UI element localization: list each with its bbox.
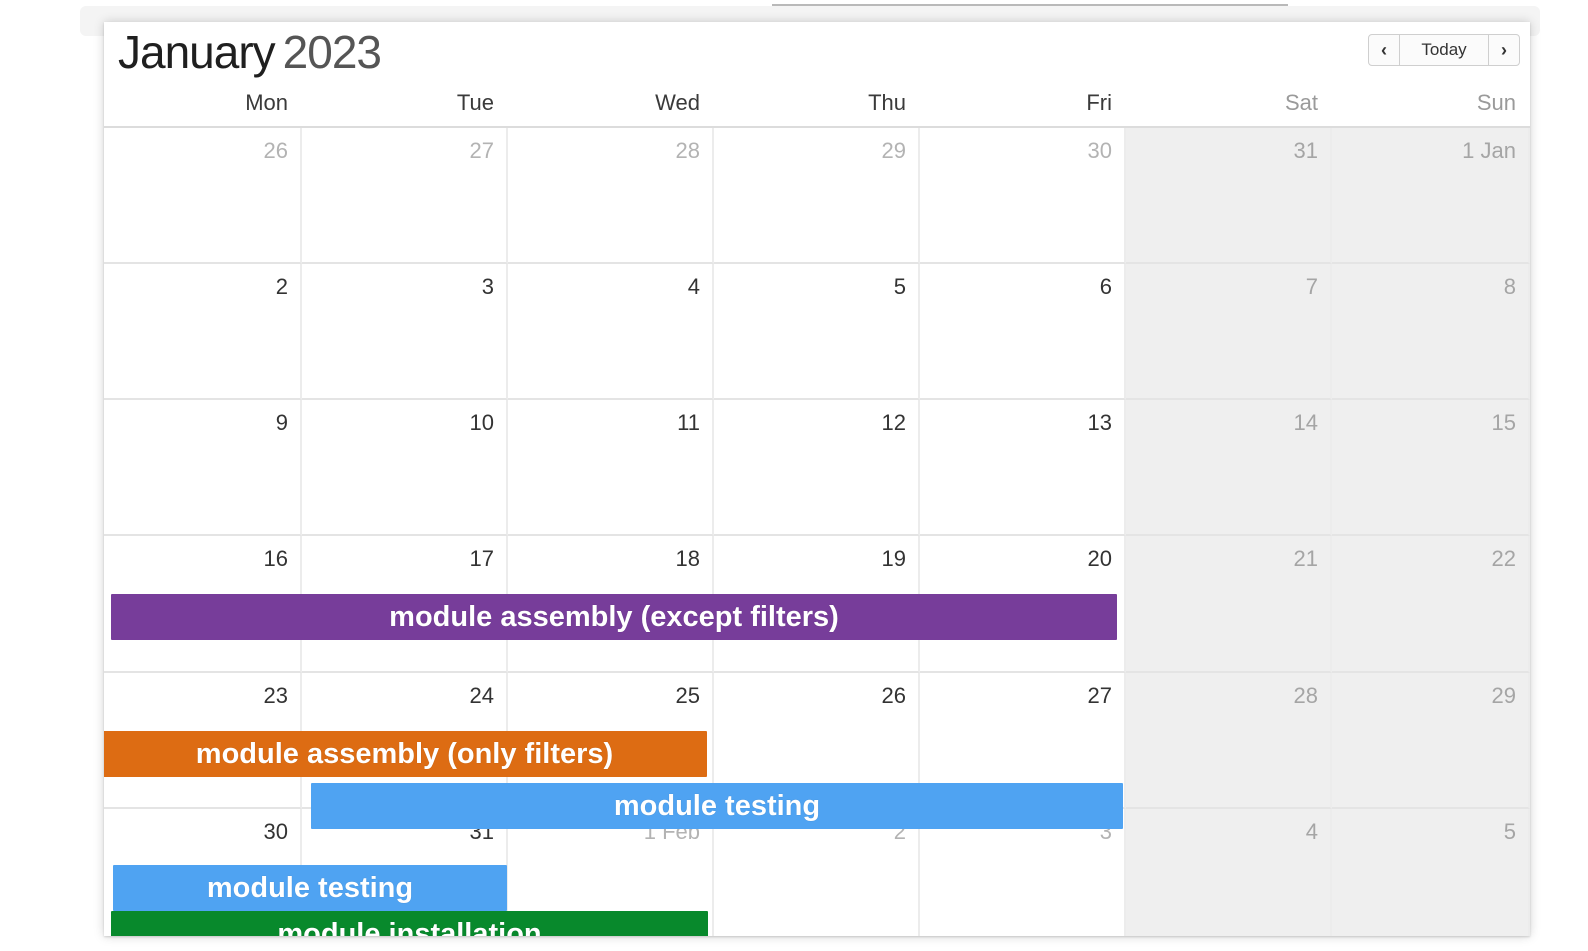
day-number: 12 — [881, 410, 906, 435]
day-number: 4 — [1305, 819, 1318, 844]
day-number: 31 — [1293, 138, 1318, 163]
day-number: 21 — [1293, 546, 1318, 571]
calendar-event[interactable]: module testing — [311, 783, 1123, 829]
day-cell[interactable]: 5 — [1332, 809, 1530, 936]
day-number: 7 — [1305, 274, 1318, 299]
day-number: 24 — [469, 683, 494, 708]
day-number: 27 — [1087, 683, 1112, 708]
day-cell[interactable]: 11 — [508, 400, 714, 536]
weekday-tue: Tue — [456, 90, 494, 115]
calendar-navigation: ‹ Today › — [1368, 34, 1520, 66]
day-cell[interactable]: 3 — [302, 264, 508, 400]
weekday-sat: Sat — [1284, 90, 1318, 115]
day-number: 16 — [263, 546, 288, 571]
day-number: 26 — [881, 683, 906, 708]
calendar-event[interactable]: module assembly (only filters) — [104, 731, 707, 777]
day-cell[interactable]: 2 — [104, 264, 302, 400]
weekday-fri: Fri — [1086, 90, 1112, 115]
day-cell[interactable]: 6 — [920, 264, 1126, 400]
day-cell[interactable]: 15 — [1332, 400, 1530, 536]
day-cell[interactable]: 5 — [714, 264, 920, 400]
day-cell[interactable]: 13 — [920, 400, 1126, 536]
weekday-header: Mon Tue Wed Thu Fri Sat Sun — [104, 88, 1530, 128]
calendar-window: January 2023 ‹ Today › Mon Tue Wed Thu Fri Sat… — [104, 22, 1530, 936]
month-grid: 26 27 28 29 30 31 1 Jan 2 3 4 5 6 7 8 9 10 11 12 13 14 15 16 1… — [104, 128, 1530, 936]
today-button[interactable]: Today — [1399, 35, 1489, 65]
day-cell[interactable]: 8 — [1332, 264, 1530, 400]
chevron-left-icon: ‹ — [1381, 39, 1387, 60]
day-cell[interactable]: 29 — [714, 128, 920, 264]
day-cell[interactable]: 29 — [1332, 673, 1530, 809]
day-number: 28 — [675, 138, 700, 163]
day-number: 25 — [675, 683, 700, 708]
day-cell[interactable]: 12 — [714, 400, 920, 536]
day-cell[interactable]: 26 — [104, 128, 302, 264]
day-cell[interactable]: 30 — [920, 128, 1126, 264]
day-cell[interactable]: 21 — [1126, 536, 1332, 673]
day-number: 22 — [1491, 546, 1516, 571]
weekday-wed: Wed — [655, 90, 700, 115]
day-cell[interactable]: 31 — [1126, 128, 1332, 264]
day-number: 2 — [275, 274, 288, 299]
weekday-mon: Mon — [245, 90, 288, 115]
weekday-thu: Thu — [868, 90, 906, 115]
day-number: 18 — [675, 546, 700, 571]
month-label: January — [118, 26, 276, 78]
day-number: 4 — [687, 274, 700, 299]
day-number: 11 — [677, 410, 700, 435]
day-number: 26 — [263, 138, 288, 163]
day-cell[interactable]: 14 — [1126, 400, 1332, 536]
weekday-sun: Sun — [1476, 90, 1516, 115]
day-cell[interactable]: 7 — [1126, 264, 1332, 400]
day-number: 9 — [275, 410, 288, 435]
chevron-right-icon: › — [1501, 39, 1507, 60]
day-number: 6 — [1099, 274, 1112, 299]
day-cell[interactable]: 10 — [302, 400, 508, 536]
day-number: 8 — [1503, 274, 1516, 299]
day-number: 15 — [1491, 410, 1516, 435]
day-number: 17 — [469, 546, 494, 571]
day-number: 30 — [1087, 138, 1112, 163]
day-number: 13 — [1087, 410, 1112, 435]
day-number: 28 — [1293, 683, 1318, 708]
day-number: 30 — [263, 819, 288, 844]
day-number: 1 Jan — [1462, 138, 1516, 163]
year-label: 2023 — [282, 26, 382, 78]
day-cell[interactable]: 4 — [1126, 809, 1332, 936]
day-number: 5 — [1503, 819, 1516, 844]
day-number: 29 — [1491, 683, 1516, 708]
calendar-title: January 2023 — [118, 26, 382, 78]
day-number: 14 — [1293, 410, 1318, 435]
day-number: 20 — [1087, 546, 1112, 571]
calendar-event[interactable]: module testing — [113, 865, 507, 911]
day-cell[interactable]: 4 — [508, 264, 714, 400]
calendar-event[interactable]: module installation — [111, 911, 708, 936]
day-cell[interactable]: 9 — [104, 400, 302, 536]
day-number: 23 — [263, 683, 288, 708]
day-number: 29 — [881, 138, 906, 163]
day-cell[interactable]: 28 — [508, 128, 714, 264]
day-number: 19 — [881, 546, 906, 571]
prev-month-button[interactable]: ‹ — [1369, 35, 1399, 65]
background-divider — [772, 4, 1288, 6]
day-number: 5 — [893, 274, 906, 299]
day-cell[interactable]: 22 — [1332, 536, 1530, 673]
day-cell[interactable]: 28 — [1126, 673, 1332, 809]
day-number: 10 — [469, 410, 494, 435]
day-number: 3 — [481, 274, 494, 299]
day-cell[interactable]: 27 — [302, 128, 508, 264]
calendar-event[interactable]: module assembly (except filters) — [111, 594, 1117, 640]
day-number: 27 — [469, 138, 494, 163]
next-month-button[interactable]: › — [1489, 35, 1519, 65]
day-cell[interactable]: 1 Jan — [1332, 128, 1530, 264]
